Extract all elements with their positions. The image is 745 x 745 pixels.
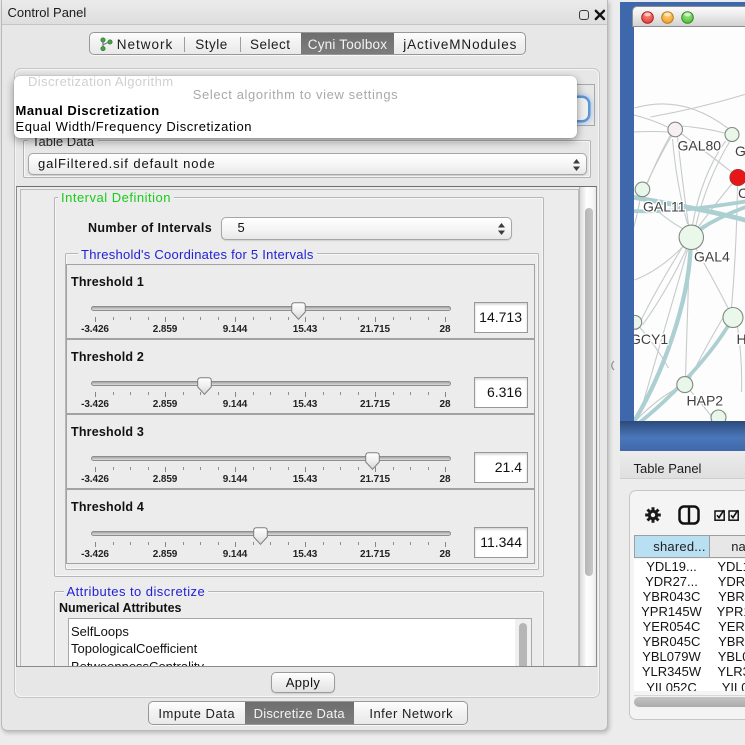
svg-text:GAL11: GAL11 bbox=[643, 199, 686, 215]
svg-text:GA: GA bbox=[735, 143, 745, 159]
svg-text:HAP2: HAP2 bbox=[686, 393, 723, 409]
svg-text:C: C bbox=[738, 185, 745, 201]
svg-text:H: H bbox=[736, 331, 745, 347]
svg-text:GAL4: GAL4 bbox=[694, 249, 730, 265]
svg-text:GCY1: GCY1 bbox=[634, 331, 668, 347]
svg-text:GAL80: GAL80 bbox=[677, 138, 721, 154]
